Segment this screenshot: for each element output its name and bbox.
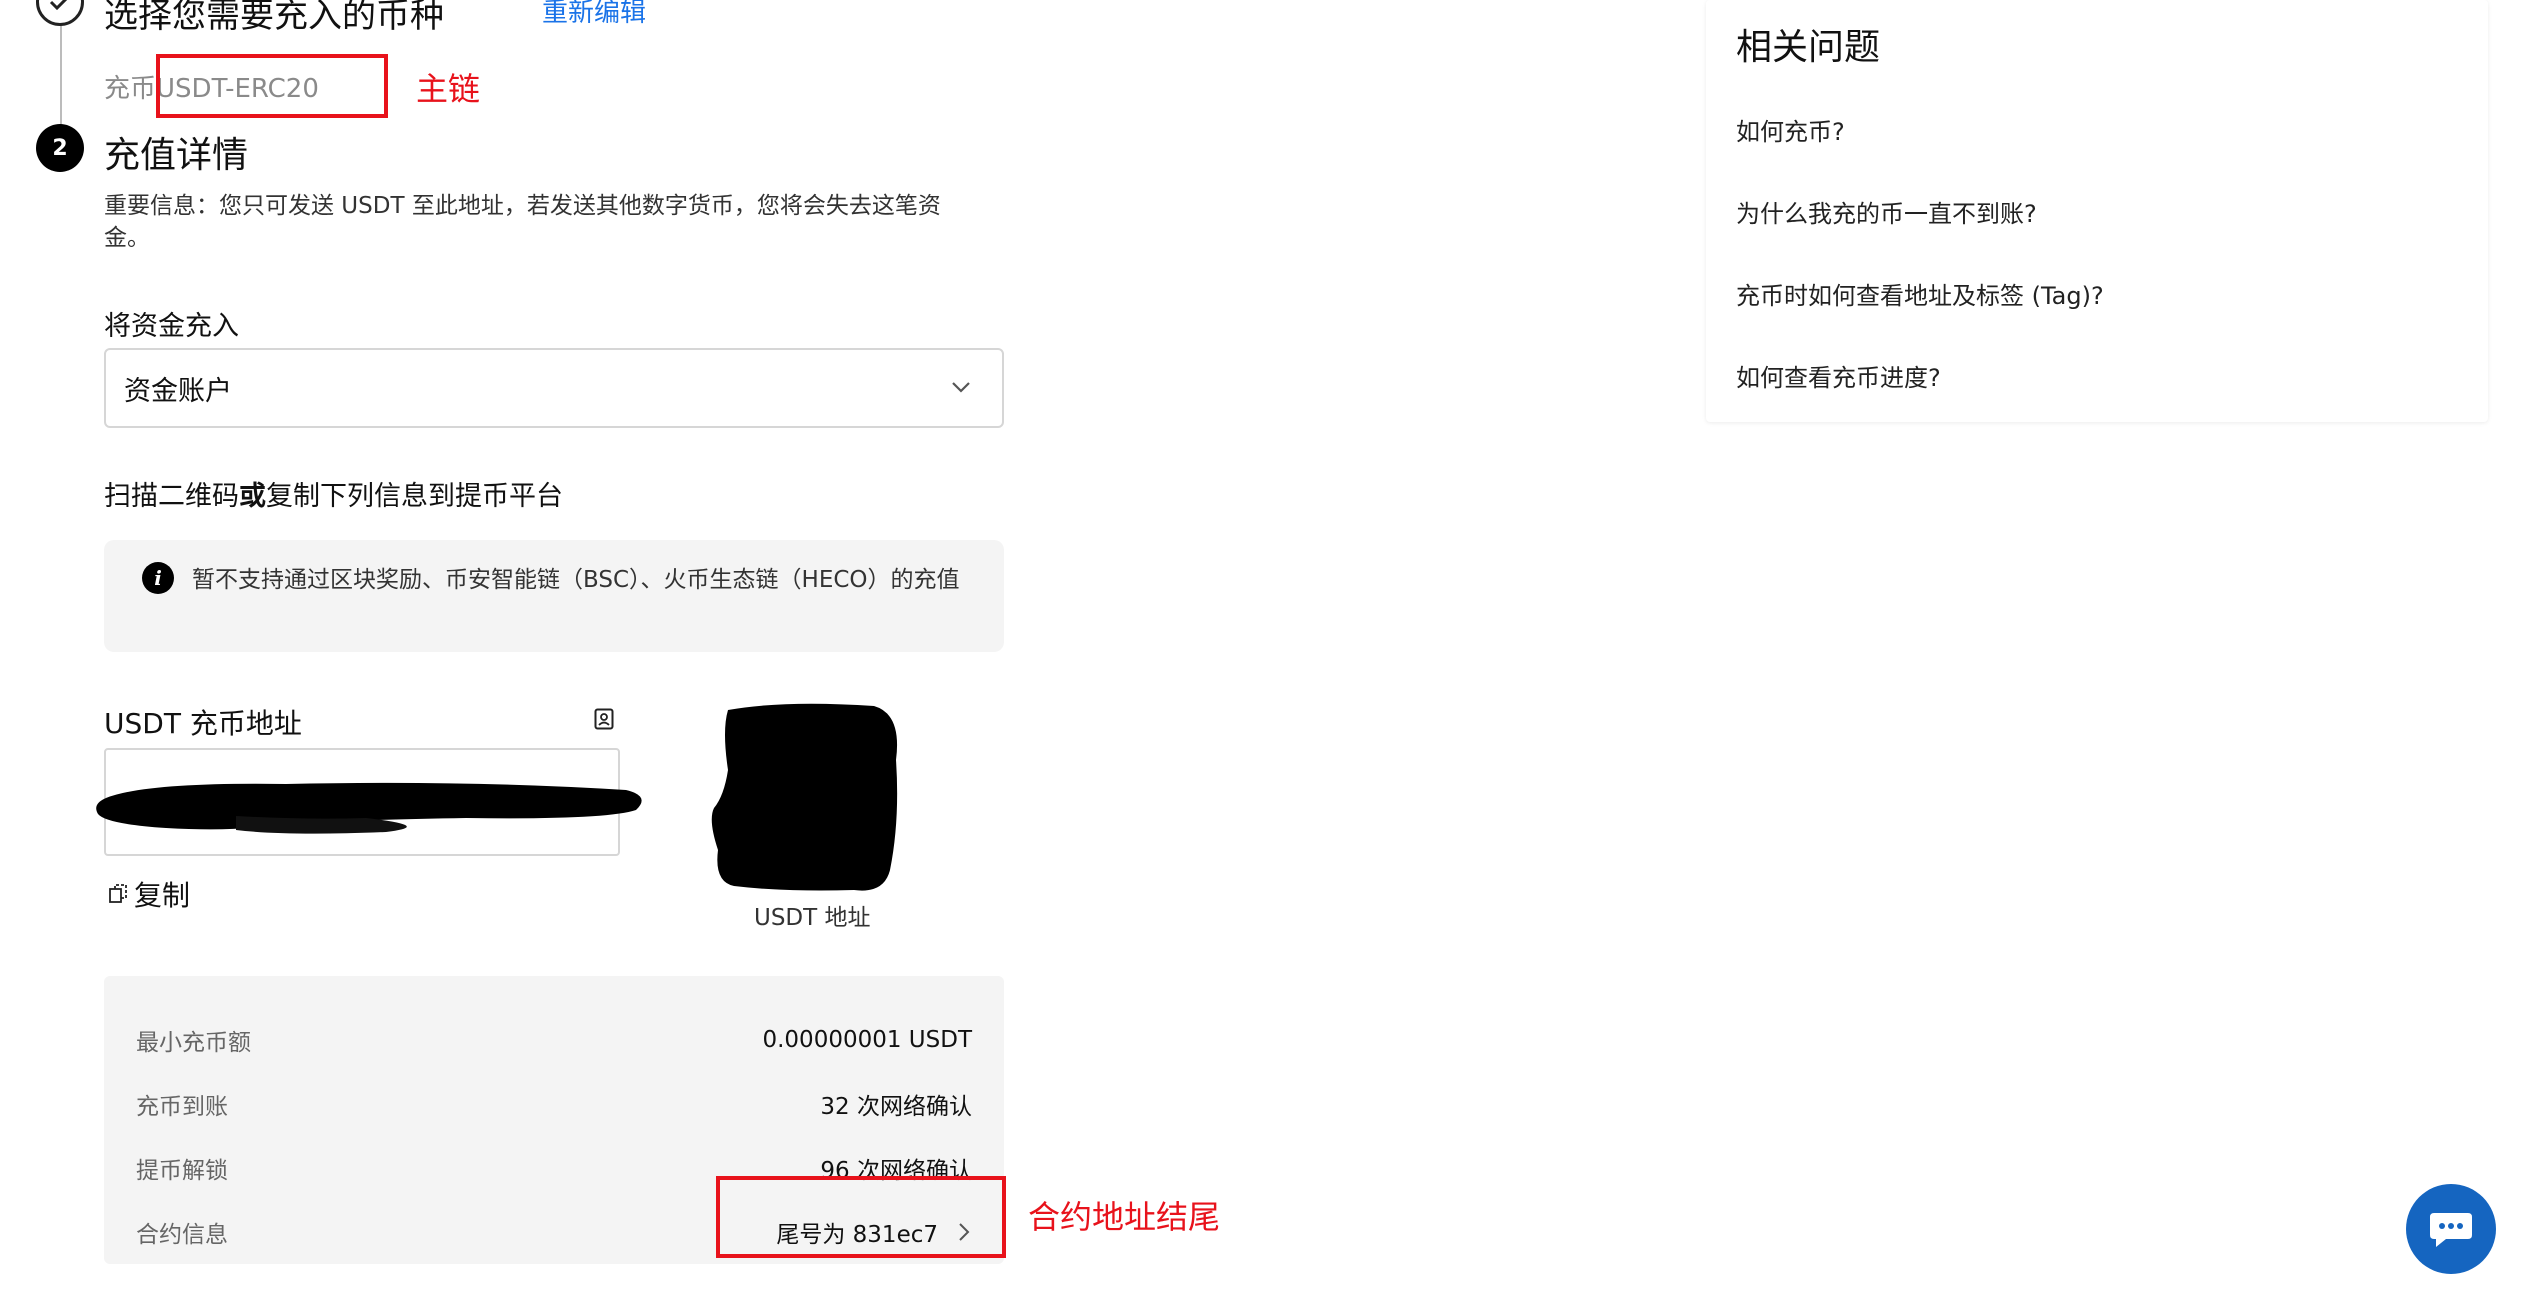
faq-item-address-tag[interactable]: 充币时如何查看地址及标签 (Tag)? <box>1736 276 2104 311</box>
fund-account-value: 资金账户 <box>124 375 232 407</box>
faq-item-how-to-deposit[interactable]: 如何充币? <box>1736 112 1845 147</box>
annotation-box-main-chain <box>156 54 388 118</box>
deposit-address-label: USDT 充币地址 <box>104 707 302 740</box>
annotation-contract-suffix: 合约地址结尾 <box>1028 1198 1221 1236</box>
step2-title: 充值详情 <box>104 135 249 176</box>
contact-card-icon[interactable] <box>594 708 614 730</box>
copy-label: 复制 <box>134 879 191 912</box>
important-notice: 重要信息：您只可发送 USDT 至此地址，若发送其他数字货币，您将会失去这笔资金… <box>104 193 941 251</box>
fund-destination-label: 将资金充入 <box>104 311 239 342</box>
reedit-link[interactable]: 重新编辑 <box>542 0 646 29</box>
chat-support-button[interactable] <box>2406 1184 2496 1274</box>
annotation-box-contract <box>716 1176 1006 1258</box>
coin-label: 充币 <box>104 74 157 104</box>
faq-item-not-arrived[interactable]: 为什么我充的币一直不到账? <box>1736 194 2037 229</box>
copy-icon <box>109 884 127 903</box>
info-icon: i <box>142 562 174 594</box>
chat-icon <box>2430 1213 2472 1247</box>
check-icon <box>49 0 68 10</box>
detail-row-min-deposit: 最小充币额 0.00000001 USDT <box>136 1027 972 1056</box>
unsupported-info-text: 暂不支持通过区块奖励、币安智能链（BSC）、火币生态链（HECO）的充值 <box>192 567 960 593</box>
fund-account-select[interactable]: 资金账户 <box>104 348 1004 428</box>
faq-title: 相关问题 <box>1736 27 1881 68</box>
faq-card: 相关问题 如何充币? 为什么我充的币一直不到账? 充币时如何查看地址及标签 (T… <box>1706 0 2488 422</box>
step1-check-icon <box>36 0 84 26</box>
redacted-qr-code <box>711 703 898 891</box>
annotation-main-chain: 主链 <box>416 70 481 108</box>
step2-number: 2 <box>36 124 84 172</box>
redacted-address <box>96 782 642 834</box>
deposit-address-field[interactable] <box>96 748 642 856</box>
scan-instruction: 扫描二维码或复制下列信息到提币平台 <box>104 481 563 512</box>
detail-row-deposit-arrival: 充币到账 32 次网络确认 <box>136 1094 972 1120</box>
faq-item-deposit-progress[interactable]: 如何查看充币进度? <box>1736 358 1941 393</box>
chevron-down-icon <box>952 382 970 393</box>
copy-address-button[interactable]: 复制 <box>108 874 190 914</box>
qr-caption: USDT 地址 <box>754 905 871 931</box>
unsupported-info-box: i 暂不支持通过区块奖励、币安智能链（BSC）、火币生态链（HECO）的充值 <box>104 540 1004 652</box>
step1-title: 选择您需要充入的币种 <box>104 0 444 36</box>
